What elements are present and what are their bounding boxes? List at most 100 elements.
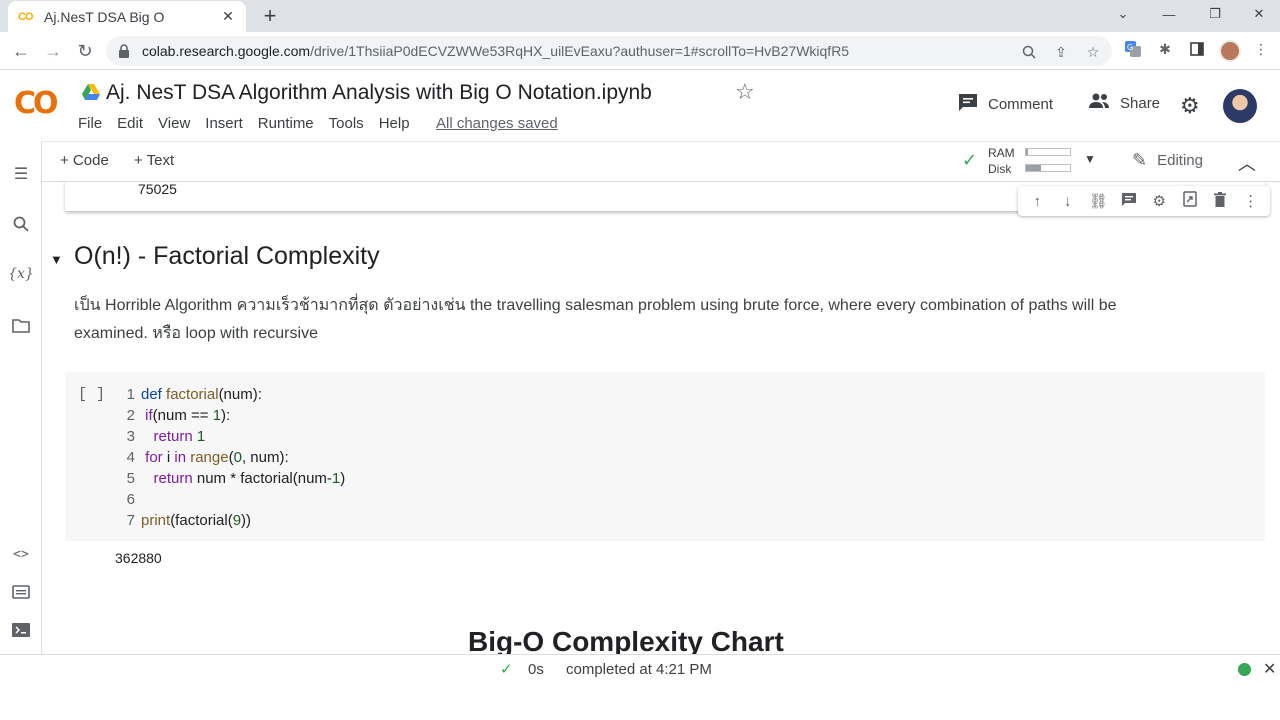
- code-token: return: [153, 470, 193, 487]
- table-of-contents-icon[interactable]: ☰: [8, 161, 34, 187]
- variables-icon[interactable]: {x}: [8, 261, 34, 287]
- code-token: num * factorial(num-: [192, 470, 332, 487]
- user-avatar[interactable]: [1223, 89, 1257, 123]
- cell-output-text: 362880: [115, 550, 162, 566]
- terminal-icon[interactable]: [8, 617, 34, 643]
- google-drive-icon[interactable]: [82, 84, 100, 100]
- side-panel-icon[interactable]: [1186, 38, 1208, 60]
- lock-icon: [118, 44, 132, 58]
- url-field[interactable]: colab.research.google.com/drive/1ThsiiaP…: [106, 36, 1112, 66]
- run-cell-button[interactable]: [ ]: [78, 386, 105, 403]
- move-cell-up-icon[interactable]: ↑: [1025, 193, 1049, 210]
- add-text-button[interactable]: + Text: [134, 152, 174, 169]
- mirror-cell-icon[interactable]: [1178, 191, 1202, 211]
- code-line: 7 print(factorial(9)): [119, 510, 345, 531]
- code-token: for: [145, 449, 163, 466]
- close-status-icon[interactable]: ✕: [1263, 659, 1276, 679]
- comment-button[interactable]: Comment: [958, 93, 1053, 116]
- colab-logo-text: CO: [14, 86, 58, 121]
- code-line: 6: [119, 489, 345, 510]
- svg-text:G: G: [1127, 43, 1133, 52]
- extensions-puzzle-icon[interactable]: ✱: [1154, 38, 1176, 60]
- pencil-icon: ✎: [1132, 150, 1148, 170]
- code-token: 1: [331, 470, 341, 487]
- menu-runtime[interactable]: Runtime: [258, 115, 314, 132]
- reload-icon[interactable]: ↻: [72, 38, 98, 64]
- menu-tools[interactable]: Tools: [329, 115, 364, 132]
- files-folder-icon[interactable]: [8, 313, 34, 339]
- comment-icon: [958, 93, 978, 116]
- delete-cell-icon[interactable]: [1208, 191, 1232, 211]
- add-code-button[interactable]: + Code: [60, 152, 109, 169]
- embedded-image-heading: Big-O Complexity Chart: [468, 626, 784, 654]
- editing-label: Editing: [1157, 152, 1203, 169]
- restore-icon[interactable]: ❐: [1192, 0, 1238, 28]
- cell-settings-icon[interactable]: ⚙: [1147, 192, 1171, 210]
- share-button[interactable]: Share: [1088, 93, 1160, 114]
- code-token: factorial: [166, 386, 219, 403]
- menu-file[interactable]: File: [78, 115, 102, 132]
- collapse-header-icon[interactable]: ︿: [1238, 150, 1256, 176]
- connected-check-icon: ✓: [962, 150, 978, 170]
- browser-tabbar: CO Aj.NesT DSA Big O ✕ + ⌄ — ❐ ✕: [0, 0, 1280, 32]
- code-token: )): [241, 512, 252, 529]
- connection-status-icon: [1238, 663, 1251, 676]
- minimize-icon[interactable]: —: [1146, 0, 1192, 28]
- tab-search-icon[interactable]: ⌄: [1100, 0, 1146, 28]
- command-palette-icon[interactable]: [8, 579, 34, 605]
- move-cell-down-icon[interactable]: ↓: [1056, 193, 1080, 210]
- code-token: print: [141, 512, 171, 529]
- back-icon[interactable]: ←: [8, 38, 34, 64]
- code-token: 9: [232, 512, 242, 529]
- new-tab-button[interactable]: +: [258, 3, 282, 29]
- ram-usage-bar[interactable]: [1025, 148, 1071, 156]
- code-cell[interactable]: [ ] 1 def factorial(num): 2 if(num == 1):…: [65, 372, 1265, 541]
- notebook-area: 75025 ↑ ↓ ⛓ ⚙ ⋮ ▼ O(n!) - Factorial Comp…: [42, 182, 1272, 654]
- save-status-link[interactable]: All changes saved: [436, 115, 558, 132]
- code-line: 2 if(num == 1):: [119, 405, 345, 426]
- code-token: (num):: [218, 386, 262, 403]
- menu-help[interactable]: Help: [379, 115, 410, 132]
- code-token: i: [162, 449, 175, 466]
- code-token: def: [141, 386, 162, 403]
- completion-text: completed at 4:21 PM: [566, 661, 712, 678]
- share-page-icon[interactable]: ⇪: [1052, 43, 1070, 61]
- menu-insert[interactable]: Insert: [205, 115, 243, 132]
- menu-edit[interactable]: Edit: [117, 115, 143, 132]
- bookmark-star-icon[interactable]: ☆: [1084, 43, 1102, 61]
- link-cell-icon[interactable]: ⛓: [1086, 192, 1110, 210]
- more-options-icon[interactable]: ⋮: [1239, 192, 1263, 210]
- disk-usage-bar[interactable]: [1025, 164, 1071, 172]
- browser-profile-avatar[interactable]: [1219, 40, 1241, 62]
- code-token: return: [153, 428, 193, 445]
- code-editor[interactable]: 1 def factorial(num): 2 if(num == 1): 3 r…: [119, 384, 346, 531]
- add-comment-icon[interactable]: [1117, 192, 1141, 210]
- notebook-title[interactable]: Aj. NesT DSA Algorithm Analysis with Big…: [106, 81, 652, 105]
- search-icon[interactable]: [8, 211, 34, 237]
- code-line: 3 return 1: [119, 426, 345, 447]
- url-host: colab.research.google.com: [142, 43, 311, 59]
- line-number: 2: [126, 407, 135, 424]
- section-collapse-icon[interactable]: ▼: [50, 252, 63, 267]
- editing-mode-button[interactable]: ✎ Editing: [1132, 150, 1203, 171]
- menu-view[interactable]: View: [158, 115, 190, 132]
- people-icon: [1088, 93, 1110, 114]
- forward-icon[interactable]: →: [40, 38, 66, 64]
- section-description: เป็น Horrible Algorithm ความเร็วช้ามากที…: [74, 297, 1117, 342]
- zoom-icon[interactable]: [1020, 43, 1038, 61]
- execution-time: 0s: [528, 661, 544, 678]
- translate-extension-icon[interactable]: G: [1122, 38, 1144, 60]
- close-window-icon[interactable]: ✕: [1236, 0, 1280, 28]
- code-snippets-icon[interactable]: <>: [8, 541, 34, 567]
- runtime-dropdown-icon[interactable]: ▼: [1084, 152, 1096, 166]
- bottom-strip: [0, 684, 1280, 720]
- browser-tab[interactable]: CO Aj.NesT DSA Big O ✕: [8, 1, 246, 32]
- colab-header: CO Aj. NesT DSA Algorithm Analysis with …: [0, 71, 1280, 141]
- colab-logo[interactable]: CO: [14, 86, 58, 121]
- star-notebook-icon[interactable]: ☆: [735, 79, 755, 105]
- settings-gear-icon[interactable]: ⚙: [1180, 93, 1200, 119]
- code-line: 5 return num * factorial(num-1): [119, 468, 346, 489]
- code-token: range: [190, 449, 229, 466]
- close-tab-icon[interactable]: ✕: [220, 8, 236, 25]
- chrome-menu-icon[interactable]: ⋮: [1250, 38, 1272, 60]
